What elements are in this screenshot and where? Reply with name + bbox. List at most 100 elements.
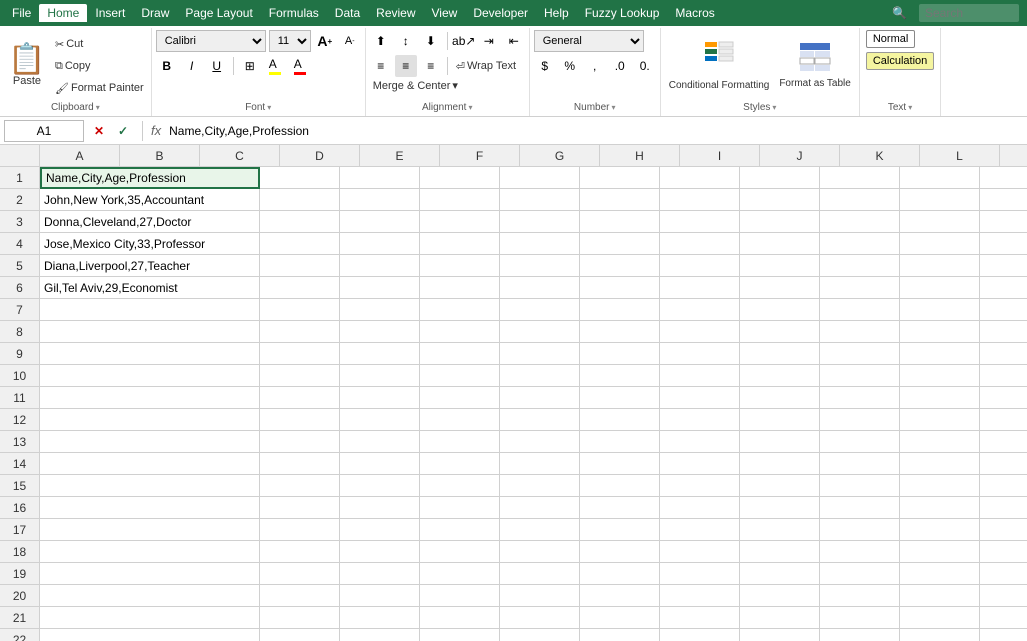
cell-D20[interactable] <box>420 585 500 607</box>
cell-G17[interactable] <box>660 519 740 541</box>
conditional-formatting-button[interactable]: Conditional Formatting <box>665 33 774 99</box>
cell-F18[interactable] <box>580 541 660 563</box>
alignment-expand-icon[interactable]: ▾ <box>468 103 472 112</box>
cell-G9[interactable] <box>660 343 740 365</box>
align-bottom-button[interactable]: ⬇ <box>420 30 442 52</box>
menu-item-help[interactable]: Help <box>536 4 577 22</box>
cell-G4[interactable] <box>660 233 740 255</box>
row-header-19[interactable]: 19 <box>0 563 40 585</box>
cell-F4[interactable] <box>580 233 660 255</box>
row-header-20[interactable]: 20 <box>0 585 40 607</box>
cell-H16[interactable] <box>740 497 820 519</box>
cell-A15[interactable] <box>40 475 260 497</box>
cell-A9[interactable] <box>40 343 260 365</box>
cell-C16[interactable] <box>340 497 420 519</box>
cell-D11[interactable] <box>420 387 500 409</box>
cell-D7[interactable] <box>420 299 500 321</box>
cell-K5[interactable] <box>980 255 1027 277</box>
cell-J19[interactable] <box>900 563 980 585</box>
cell-J21[interactable] <box>900 607 980 629</box>
cell-B8[interactable] <box>260 321 340 343</box>
font-name-select[interactable]: Calibri <box>156 30 266 52</box>
cell-J6[interactable] <box>900 277 980 299</box>
cell-J5[interactable] <box>900 255 980 277</box>
cell-K15[interactable] <box>980 475 1027 497</box>
cell-K9[interactable] <box>980 343 1027 365</box>
cell-A14[interactable] <box>40 453 260 475</box>
cell-K20[interactable] <box>980 585 1027 607</box>
cell-C15[interactable] <box>340 475 420 497</box>
cell-J15[interactable] <box>900 475 980 497</box>
cell-E12[interactable] <box>500 409 580 431</box>
row-header-18[interactable]: 18 <box>0 541 40 563</box>
cell-K1[interactable] <box>980 167 1027 189</box>
cell-D22[interactable] <box>420 629 500 641</box>
cell-H14[interactable] <box>740 453 820 475</box>
cell-C1[interactable] <box>340 167 420 189</box>
cell-G15[interactable] <box>660 475 740 497</box>
cell-G8[interactable] <box>660 321 740 343</box>
cell-C2[interactable] <box>340 189 420 211</box>
cell-B21[interactable] <box>260 607 340 629</box>
col-header-G[interactable]: G <box>520 145 600 167</box>
cell-H17[interactable] <box>740 519 820 541</box>
cell-B9[interactable] <box>260 343 340 365</box>
cell-G20[interactable] <box>660 585 740 607</box>
cell-C4[interactable] <box>340 233 420 255</box>
cell-F10[interactable] <box>580 365 660 387</box>
cell-C12[interactable] <box>340 409 420 431</box>
cell-F3[interactable] <box>580 211 660 233</box>
cell-F21[interactable] <box>580 607 660 629</box>
cell-B16[interactable] <box>260 497 340 519</box>
cell-K14[interactable] <box>980 453 1027 475</box>
menu-item-macros[interactable]: Macros <box>667 4 722 22</box>
menu-item-developer[interactable]: Developer <box>465 4 536 22</box>
cell-G18[interactable] <box>660 541 740 563</box>
cell-J18[interactable] <box>900 541 980 563</box>
search-input[interactable] <box>919 4 1019 22</box>
cell-E22[interactable] <box>500 629 580 641</box>
cell-G14[interactable] <box>660 453 740 475</box>
cell-I16[interactable] <box>820 497 900 519</box>
cell-D10[interactable] <box>420 365 500 387</box>
cell-F12[interactable] <box>580 409 660 431</box>
cell-I20[interactable] <box>820 585 900 607</box>
accounting-format-button[interactable]: $ <box>534 55 556 77</box>
cell-B13[interactable] <box>260 431 340 453</box>
cell-G7[interactable] <box>660 299 740 321</box>
cell-I14[interactable] <box>820 453 900 475</box>
row-header-2[interactable]: 2 <box>0 189 40 211</box>
cell-A3[interactable]: Donna,Cleveland,27,Doctor <box>40 211 260 233</box>
cell-H10[interactable] <box>740 365 820 387</box>
cell-B11[interactable] <box>260 387 340 409</box>
cell-H21[interactable] <box>740 607 820 629</box>
cell-J17[interactable] <box>900 519 980 541</box>
cell-F11[interactable] <box>580 387 660 409</box>
cell-C20[interactable] <box>340 585 420 607</box>
cell-I21[interactable] <box>820 607 900 629</box>
menu-item-file[interactable]: File <box>4 4 39 22</box>
cell-D12[interactable] <box>420 409 500 431</box>
borders-button[interactable]: ⊞ <box>239 55 261 77</box>
cell-B18[interactable] <box>260 541 340 563</box>
cell-F8[interactable] <box>580 321 660 343</box>
row-header-12[interactable]: 12 <box>0 409 40 431</box>
cell-F14[interactable] <box>580 453 660 475</box>
cell-I1[interactable] <box>820 167 900 189</box>
format-painter-button[interactable]: 🖌 Format Painter <box>52 81 147 96</box>
cell-I10[interactable] <box>820 365 900 387</box>
row-header-16[interactable]: 16 <box>0 497 40 519</box>
cell-E9[interactable] <box>500 343 580 365</box>
increase-font-size-button[interactable]: A+ <box>314 30 336 52</box>
cell-I13[interactable] <box>820 431 900 453</box>
cell-B19[interactable] <box>260 563 340 585</box>
cell-A2[interactable]: John,New York,35,Accountant <box>40 189 260 211</box>
cell-D6[interactable] <box>420 277 500 299</box>
row-header-15[interactable]: 15 <box>0 475 40 497</box>
cell-D13[interactable] <box>420 431 500 453</box>
cell-C6[interactable] <box>340 277 420 299</box>
cell-K11[interactable] <box>980 387 1027 409</box>
row-header-11[interactable]: 11 <box>0 387 40 409</box>
cell-I11[interactable] <box>820 387 900 409</box>
font-expand-icon[interactable]: ▾ <box>267 103 271 112</box>
